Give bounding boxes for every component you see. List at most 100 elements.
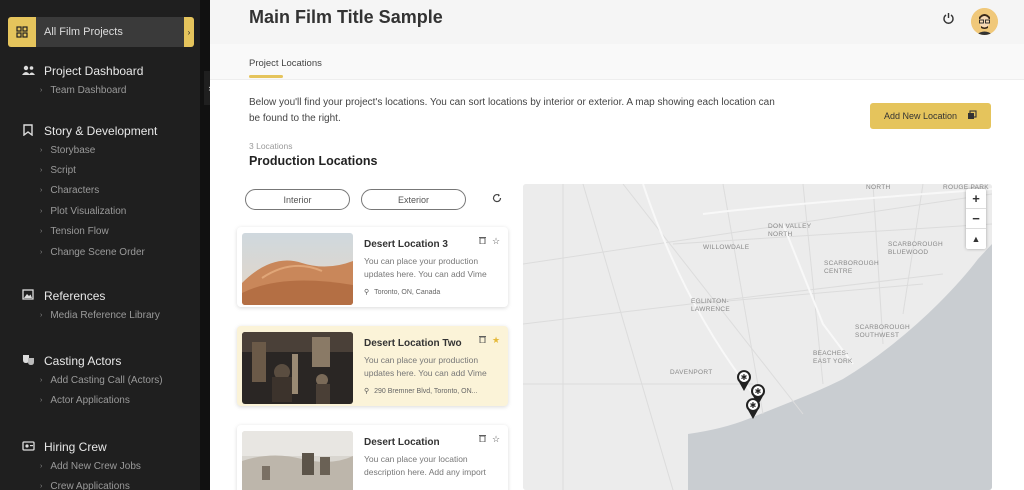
location-card[interactable]: Desert Location 3 You can place your pro… bbox=[237, 227, 508, 307]
nav-section-hiring-crew: Hiring Crew › Add New Crew Jobs › Crew App… bbox=[20, 438, 141, 490]
nav-head-references[interactable]: References bbox=[20, 287, 160, 305]
map-marker-icon[interactable]: ✱ bbox=[744, 396, 762, 420]
copy-icon bbox=[967, 110, 977, 122]
sidebar-item-label: Tension Flow bbox=[50, 226, 109, 238]
sidebar-item-team-dashboard[interactable]: › Team Dashboard bbox=[20, 80, 143, 100]
chevron-right-icon: › bbox=[40, 376, 43, 384]
location-title: Desert Location bbox=[364, 437, 440, 448]
star-icon[interactable]: ☆ bbox=[492, 434, 500, 445]
sidebar-item-label: Actor Applications bbox=[50, 395, 130, 407]
location-title: Desert Location 3 bbox=[364, 239, 448, 250]
zoom-out-button[interactable]: − bbox=[966, 209, 986, 229]
nav-head-story-development[interactable]: Story & Development bbox=[20, 122, 157, 140]
nav-head-hiring-crew[interactable]: Hiring Crew bbox=[20, 438, 141, 456]
sidebar-item-label: Add New Crew Jobs bbox=[50, 460, 141, 472]
nav-section-references: References › Media Reference Library bbox=[20, 287, 160, 325]
map-label: DAVENPORT bbox=[670, 369, 713, 376]
power-icon[interactable] bbox=[940, 12, 956, 28]
nav-head-label: References bbox=[44, 289, 106, 303]
location-description: You can place your production updates he… bbox=[364, 355, 487, 378]
trash-icon[interactable] bbox=[479, 434, 486, 444]
location-thumbnail bbox=[242, 431, 353, 490]
sidebar-item-label: Crew Applications bbox=[50, 481, 130, 490]
map-label: EGLINTON- LAWRENCE bbox=[691, 298, 730, 313]
sidebar-item-script[interactable]: › Script bbox=[20, 160, 157, 180]
refresh-icon[interactable] bbox=[492, 193, 502, 206]
nav-section-story-development: Story & Development › Storybase › Script ›… bbox=[20, 122, 157, 262]
map-label: SCARBOROUGH BLUEWOOD bbox=[888, 241, 943, 256]
chevron-right-icon: › bbox=[40, 483, 43, 490]
sidebar-item-label: Storybase bbox=[50, 144, 96, 156]
sidebar-item-plot-visualization[interactable]: › Plot Visualization bbox=[20, 201, 157, 221]
svg-text:✱: ✱ bbox=[755, 387, 762, 396]
sidebar-item-crew-applications[interactable]: › Crew Applications bbox=[20, 476, 141, 490]
map-label: DON VALLEY NORTH bbox=[768, 223, 812, 238]
tab-project-locations[interactable]: Project Locations bbox=[249, 58, 322, 69]
location-thumbnail bbox=[242, 332, 353, 404]
people-icon bbox=[20, 64, 36, 78]
location-address: ⚲ 290 Bremner Blvd, Toronto, ON... bbox=[364, 387, 478, 395]
location-card[interactable]: Desert Location You can place your locat… bbox=[237, 425, 508, 490]
chevron-right-icon: › bbox=[40, 397, 43, 405]
svg-text:✱: ✱ bbox=[750, 401, 757, 410]
chevron-right-icon: › bbox=[40, 187, 43, 195]
location-description: You can place your location description … bbox=[364, 454, 486, 477]
map-background bbox=[523, 184, 992, 490]
chevron-right-icon: › bbox=[184, 17, 194, 47]
filter-exterior-button[interactable]: Exterior bbox=[361, 189, 466, 210]
map-zoom-control: + − ▲ bbox=[966, 189, 986, 249]
locations-count: 3 Locations bbox=[249, 141, 293, 151]
avatar[interactable] bbox=[971, 8, 998, 35]
nav-head-casting-actors[interactable]: Casting Actors bbox=[20, 352, 163, 370]
tab-active-indicator bbox=[249, 75, 283, 78]
star-icon[interactable]: ☆ bbox=[492, 236, 500, 247]
nav-head-label: Casting Actors bbox=[44, 354, 122, 368]
sidebar-item-label: Team Dashboard bbox=[50, 84, 127, 96]
trash-icon[interactable] bbox=[479, 335, 486, 345]
header: Main Film Title Sample bbox=[210, 0, 1024, 44]
image-icon bbox=[20, 289, 36, 303]
sidebar-item-add-new-crew-jobs[interactable]: › Add New Crew Jobs bbox=[20, 456, 141, 476]
location-description: You can place your production updates he… bbox=[364, 256, 487, 279]
locations-map[interactable]: NORTH ROUGE PARK DON VALLEY NORTH WILLOW… bbox=[523, 184, 992, 490]
sidebar-item-label: Plot Visualization bbox=[50, 205, 127, 217]
map-label: NORTH bbox=[866, 184, 891, 191]
sidebar-item-storybase[interactable]: › Storybase bbox=[20, 140, 157, 160]
nav-head-project-dashboard[interactable]: Project Dashboard bbox=[20, 62, 143, 80]
nav-head-label: Project Dashboard bbox=[44, 64, 144, 78]
compass-icon[interactable]: ▲ bbox=[966, 229, 986, 249]
star-filled-icon[interactable]: ★ bbox=[492, 335, 500, 346]
bookmark-icon bbox=[20, 123, 36, 139]
sidebar-item-characters[interactable]: › Characters bbox=[20, 181, 157, 201]
sidebar-item-media-reference-library[interactable]: › Media Reference Library bbox=[20, 305, 160, 325]
main-content: Below you'll find your project's locatio… bbox=[210, 80, 1024, 490]
trash-icon[interactable] bbox=[479, 236, 486, 246]
map-label: SCARBOROUGH CENTRE bbox=[824, 260, 879, 275]
map-label: WILLOWDALE bbox=[703, 244, 750, 251]
location-card[interactable]: Desert Location Two You can place your p… bbox=[237, 326, 508, 406]
chevron-right-icon: › bbox=[40, 311, 43, 319]
sidebar-item-add-casting-call[interactable]: › Add Casting Call (Actors) bbox=[20, 370, 163, 390]
chevron-right-icon: › bbox=[40, 228, 43, 236]
zoom-in-button[interactable]: + bbox=[966, 189, 986, 209]
all-film-projects-label: All Film Projects bbox=[44, 26, 123, 38]
map-pin-icon: ⚲ bbox=[364, 388, 370, 395]
all-film-projects-button[interactable]: All Film Projects › bbox=[8, 17, 194, 47]
chevron-right-icon: › bbox=[40, 207, 43, 215]
add-new-location-label: Add New Location bbox=[883, 111, 958, 121]
map-label: SCARBOROUGH SOUTHWEST bbox=[855, 324, 910, 339]
filter-interior-button[interactable]: Interior bbox=[245, 189, 350, 210]
sidebar-item-label: Script bbox=[50, 165, 76, 177]
nav-head-label: Hiring Crew bbox=[44, 440, 107, 454]
crew-icon bbox=[20, 440, 36, 454]
sidebar-item-tension-flow[interactable]: › Tension Flow bbox=[20, 222, 157, 242]
sidebar-item-change-scene-order[interactable]: › Change Scene Order bbox=[20, 242, 157, 262]
add-new-location-button[interactable]: Add New Location bbox=[870, 103, 991, 129]
sidebar: All Film Projects › Project Dashboard › T… bbox=[0, 0, 200, 490]
nav-head-label: Story & Development bbox=[44, 124, 158, 138]
location-address: ⚲ Toronto, ON, Canada bbox=[364, 288, 440, 296]
section-title: Production Locations bbox=[249, 154, 378, 168]
location-address-text: 290 Bremner Blvd, Toronto, ON... bbox=[374, 388, 478, 395]
sidebar-item-actor-applications[interactable]: › Actor Applications bbox=[20, 390, 163, 410]
location-address-text: Toronto, ON, Canada bbox=[374, 289, 441, 296]
